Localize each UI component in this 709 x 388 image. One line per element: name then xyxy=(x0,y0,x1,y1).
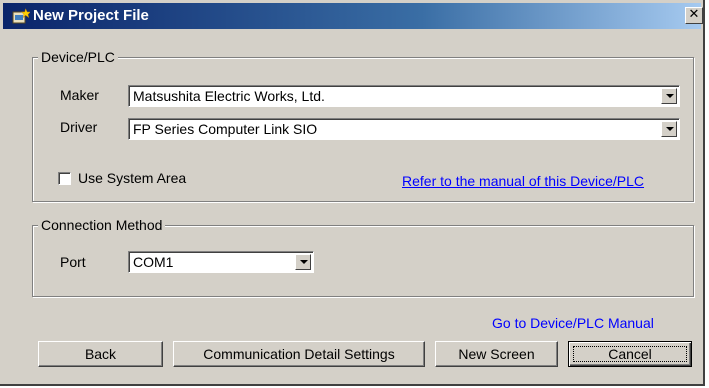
device-plc-manual-link[interactable]: Go to Device/PLC Manual xyxy=(492,315,654,331)
maker-select[interactable]: Matsushita Electric Works, Ltd. xyxy=(128,85,680,107)
window-title: New Project File xyxy=(33,7,149,24)
use-system-area-label[interactable]: Use System Area xyxy=(78,170,186,186)
back-button[interactable]: Back xyxy=(38,341,163,367)
connection-method-group-label: Connection Method xyxy=(38,217,166,233)
driver-label: Driver xyxy=(60,119,98,135)
close-icon: ✕ xyxy=(688,7,700,22)
project-file-icon xyxy=(12,8,30,24)
cancel-button[interactable]: Cancel xyxy=(568,341,692,367)
port-select[interactable]: COM1 xyxy=(128,251,314,273)
driver-dropdown-icon[interactable] xyxy=(661,121,677,137)
port-label: Port xyxy=(60,254,86,270)
maker-label: Maker xyxy=(60,87,99,103)
use-system-area-checkbox[interactable] xyxy=(58,172,71,185)
communication-detail-settings-button[interactable]: Communication Detail Settings xyxy=(173,341,425,367)
driver-value: FP Series Computer Link SIO xyxy=(133,121,318,137)
title-bar[interactable]: New Project File ✕ xyxy=(3,3,703,29)
maker-dropdown-icon[interactable] xyxy=(661,88,677,104)
close-button[interactable]: ✕ xyxy=(685,7,703,24)
focus-indicator xyxy=(573,346,687,362)
device-manual-link[interactable]: Refer to the manual of this Device/PLC xyxy=(402,173,644,189)
port-value: COM1 xyxy=(133,254,174,270)
maker-value: Matsushita Electric Works, Ltd. xyxy=(133,88,325,104)
new-project-dialog: New Project File ✕ Device/PLC Maker Mats… xyxy=(0,0,705,386)
new-screen-button[interactable]: New Screen xyxy=(435,341,558,367)
port-dropdown-icon[interactable] xyxy=(295,254,311,270)
device-plc-group-label: Device/PLC xyxy=(38,49,118,65)
driver-select[interactable]: FP Series Computer Link SIO xyxy=(128,118,680,140)
